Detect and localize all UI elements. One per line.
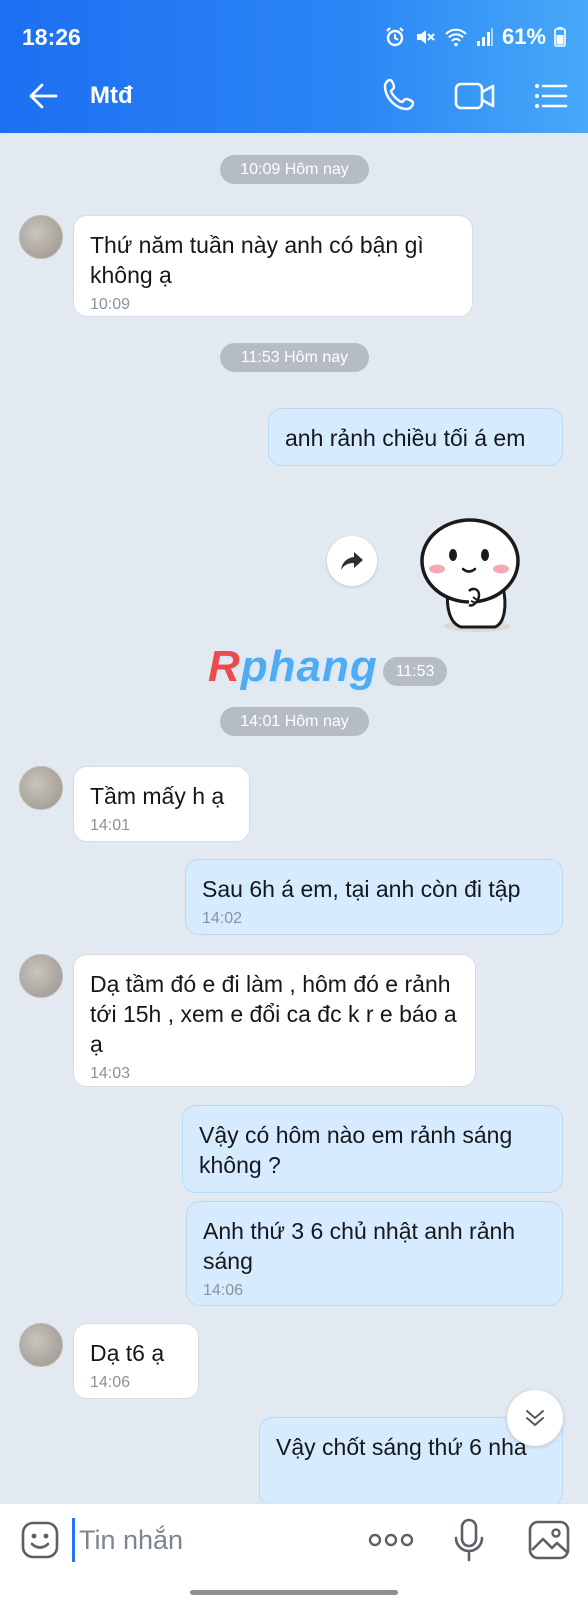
avatar[interactable] [19,954,63,998]
bunny-sticker[interactable] [415,513,533,637]
wifi-icon [444,27,468,47]
message-text: Vậy có hôm nào em rảnh sáng không ? [199,1122,513,1178]
emoji-button[interactable] [20,1520,60,1560]
forward-icon [341,552,363,570]
message-time: 14:02 [202,910,243,927]
message-bubble[interactable]: Dạ tầm đó e đi làm , hôm đó e rảnh tới 1… [73,954,476,1087]
emoji-icon [21,1521,59,1559]
image-icon [528,1520,570,1560]
battery-icon [554,27,566,47]
mic-icon [454,1518,484,1562]
message-bubble[interactable]: Tầm mấy h ạ 14:01 [73,766,250,842]
back-button[interactable] [26,78,62,114]
chat-header: 18:26 61% Mtđ [0,0,588,133]
message-time: 14:01 [90,817,131,834]
message-text: Dạ t6 ạ [90,1340,165,1366]
message-bubble[interactable]: anh rảnh chiều tối á em [268,408,563,466]
date-separator: 10:09 Hôm nay [220,155,369,184]
forward-button[interactable] [327,536,377,586]
mute-icon [414,26,436,48]
message-list[interactable]: 10:09 Hôm nay Thứ năm tuần này anh có bậ… [0,133,588,1503]
message-input[interactable] [72,1518,342,1562]
message-composer [0,1503,588,1600]
message-time: 10:09 [90,296,131,313]
options-button[interactable] [532,78,568,114]
status-icons: 61% [384,24,566,50]
chevron-down-icon [526,1410,544,1426]
more-options-button[interactable] [368,1530,414,1550]
message-bubble[interactable]: Sau 6h á em, tại anh còn đi tập 14:02 [185,859,563,935]
status-time: 18:26 [22,23,81,50]
conversation-title[interactable]: Mtđ [90,82,133,110]
message-bubble[interactable]: Anh thứ 3 6 chủ nhật anh rảnh sáng 14:06 [186,1201,563,1306]
watermark-logo: Rphang [208,642,378,691]
message-time: 14:03 [90,1065,131,1082]
message-time: 14:06 [90,1374,131,1391]
home-indicator[interactable] [190,1590,398,1595]
date-separator: 14:01 Hôm nay [220,707,369,736]
alarm-icon [384,26,406,48]
avatar[interactable] [19,766,63,810]
signal-icon [476,27,494,47]
app-bar: Mtđ [0,68,588,124]
message-time: 11:53 [383,657,447,686]
video-call-button[interactable] [454,78,496,114]
message-text: Vậy chốt sáng thứ 6 nha [276,1434,527,1460]
avatar[interactable] [19,215,63,259]
message-bubble[interactable]: Thứ năm tuần này anh có bận gì không ạ 1… [73,215,473,317]
message-text: Thứ năm tuần này anh có bận gì không ạ [90,232,424,288]
message-text: anh rảnh chiều tối á em [285,425,526,451]
status-bar: 18:26 61% [22,22,566,52]
voice-record-button[interactable] [453,1518,485,1564]
message-text: Sau 6h á em, tại anh còn đi tập [202,876,521,902]
back-arrow-icon [29,83,58,109]
message-text: Anh thứ 3 6 chủ nhật anh rảnh sáng [203,1218,516,1274]
phone-icon [383,78,415,111]
scroll-to-bottom-button[interactable] [507,1390,563,1446]
more-dots-icon [368,1533,414,1547]
avatar[interactable] [19,1323,63,1367]
send-image-button[interactable] [528,1520,570,1560]
battery-level: 61% [501,24,546,49]
message-text: Tầm mấy h ạ [90,783,225,809]
message-text: Dạ tầm đó e đi làm , hôm đó e rảnh tới 1… [90,971,457,1057]
message-time: 14:06 [203,1282,244,1299]
voice-call-button[interactable] [382,76,418,114]
message-bubble[interactable]: Dạ t6 ạ 14:06 [73,1323,199,1399]
video-icon [454,82,495,110]
message-bubble[interactable]: Vậy có hôm nào em rảnh sáng không ? [182,1105,563,1193]
list-icon [535,84,568,108]
date-separator: 11:53 Hôm nay [220,343,369,372]
